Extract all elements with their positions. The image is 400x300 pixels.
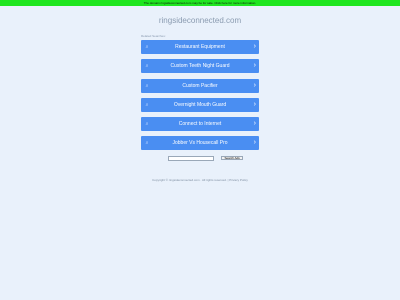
search-input[interactable] [168, 156, 214, 161]
chevron-right-icon: › [253, 43, 256, 50]
search-icon: ⌕ [145, 101, 149, 108]
search-icon: ⌕ [145, 63, 149, 70]
related-link-label: Custom Pacifier [182, 82, 218, 89]
related-link-label: Overnight Mouth Guard [173, 101, 227, 108]
related-link-label: Restaurant Equipment [175, 44, 225, 50]
related-link-overnight-mouth-guard[interactable]: ⌕ Overnight Mouth Guard › [141, 97, 259, 112]
related-link-connect-to-internet[interactable]: ⌕ Connect to Internet › [141, 117, 259, 132]
related-searches-label: Related Searches: [141, 34, 166, 38]
chevron-right-icon: › [253, 62, 256, 70]
domain-title: ringsideconnected.com [158, 16, 242, 25]
chevron-right-icon: › [253, 120, 256, 128]
chevron-right-icon: › [253, 81, 256, 89]
footer-copyright: Copyright © ringsideconnected.com . All … [152, 178, 248, 182]
search-ads-button[interactable]: Search Ads [221, 156, 243, 160]
related-link-custom-pacifier[interactable]: ⌕ Custom Pacifier › [141, 78, 259, 93]
search-icon: ⌕ [145, 121, 149, 128]
related-link-label: Connect to Internet [178, 121, 222, 128]
related-link-label: Jobber Vs Housecall Pro [172, 140, 228, 147]
related-link-jobber-vs-housecall-pro[interactable]: ⌕ Jobber Vs Housecall Pro › [141, 136, 259, 151]
sale-banner[interactable]: The domain ringsideconnected.com may be … [0, 0, 400, 6]
search-icon: ⌕ [145, 82, 149, 89]
search-row: Search Ads [168, 156, 243, 161]
related-searches-list: ⌕ Restaurant Equipment › ⌕ Custom Teeth … [141, 40, 259, 156]
related-link-restaurant-equipment[interactable]: ⌕ Restaurant Equipment › [141, 40, 259, 54]
chevron-right-icon: › [253, 139, 256, 147]
related-link-custom-teeth-night-guard[interactable]: ⌕ Custom Teeth Night Guard › [141, 59, 259, 74]
chevron-right-icon: › [253, 100, 256, 108]
related-link-label: Custom Teeth Night Guard [170, 63, 230, 70]
search-icon: ⌕ [145, 44, 149, 50]
search-icon: ⌕ [145, 140, 149, 147]
